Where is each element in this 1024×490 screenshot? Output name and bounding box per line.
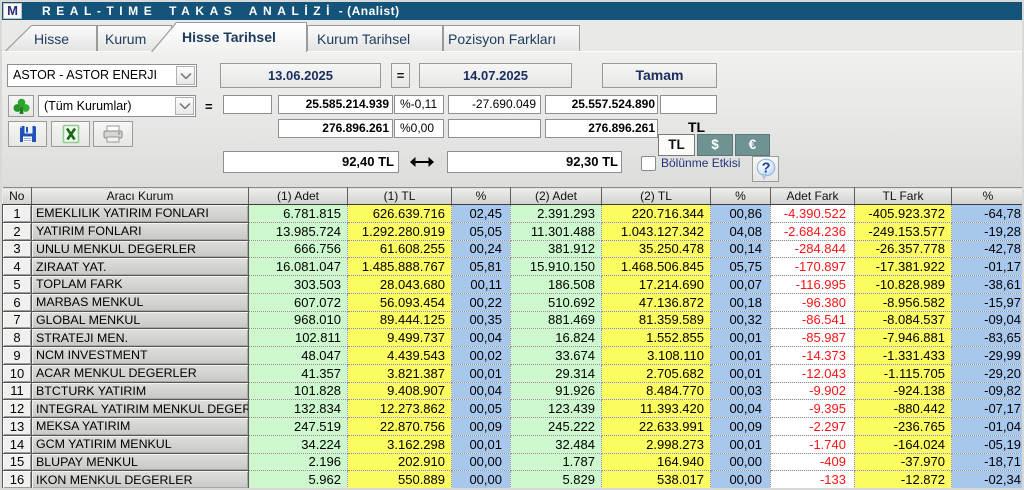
- svg-text:?: ?: [761, 161, 770, 177]
